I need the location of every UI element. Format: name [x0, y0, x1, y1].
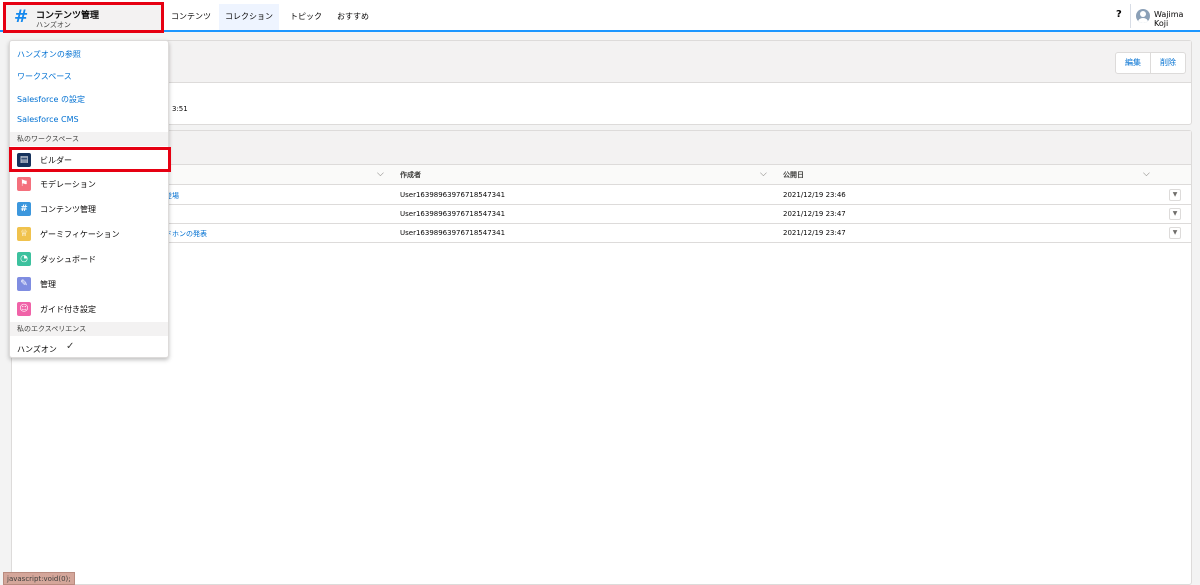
- content-list-panel: ⌵ 作成者 ⌵ 公開日 ⌵ ン登場 User163989639767185473…: [11, 130, 1192, 585]
- menu-item-gamification[interactable]: ♕ ゲーミフィケーション: [10, 222, 168, 247]
- chevron-down-icon[interactable]: ⌵: [377, 169, 384, 179]
- hash-icon: #: [17, 202, 31, 216]
- row-date: 2021/12/19 23:47: [783, 229, 846, 237]
- status-bar-url: javascript:void(0);: [3, 572, 75, 585]
- list-header: [12, 131, 1191, 165]
- row-action-menu[interactable]: ▼: [1169, 189, 1181, 201]
- trophy-icon: ♕: [17, 227, 31, 241]
- row-date: 2021/12/19 23:46: [783, 191, 846, 199]
- avatar[interactable]: [1136, 9, 1150, 23]
- row-date: 2021/12/19 23:47: [783, 210, 846, 218]
- section-my-workspaces: 私のワークスペース: [10, 132, 168, 146]
- menu-link-salesforce-cms[interactable]: Salesforce CMS: [17, 115, 79, 124]
- menu-item-label: ガイド付き設定: [40, 305, 96, 314]
- app-switcher-menu: ハンズオンの参照 ワークスペース Salesforce の設定 Salesfor…: [9, 40, 171, 358]
- menu-item-builder[interactable]: ▤ ビルダー: [9, 147, 171, 172]
- table-row: User16398963976718547341 2021/12/19 23:4…: [12, 205, 1191, 224]
- record-actions: 編集 削除: [1115, 52, 1186, 74]
- global-header: # コンテンツ管理 ハンズオン コンテンツ コレクション トピック おすすめ ?…: [0, 0, 1200, 33]
- checkmark-icon: ✓: [66, 341, 75, 352]
- menu-item-administration[interactable]: ✎ 管理: [10, 272, 168, 297]
- edit-button[interactable]: 編集: [1116, 53, 1150, 73]
- record-time: 3:51: [172, 105, 188, 113]
- person-icon: ☺: [17, 302, 31, 316]
- table-row: ン登場 User16398963976718547341 2021/12/19 …: [12, 186, 1191, 205]
- menu-item-label: 管理: [40, 280, 56, 289]
- menu-link-workspaces[interactable]: ワークスペース: [17, 71, 72, 82]
- menu-link-salesforce-setup[interactable]: Salesforce の設定: [17, 94, 85, 105]
- row-author: User16398963976718547341: [400, 210, 506, 218]
- row-author: User16398963976718547341: [400, 229, 506, 237]
- user-name[interactable]: Wajima Koji: [1154, 10, 1200, 28]
- row-action-menu[interactable]: ▼: [1169, 227, 1181, 239]
- tab-recommended[interactable]: おすすめ: [331, 4, 375, 30]
- menu-item-content-management[interactable]: # コンテンツ管理: [10, 197, 168, 222]
- record-panel: 編集 削除 3:51: [11, 40, 1192, 125]
- menu-item-dashboard[interactable]: ◔ ダッシュボード: [10, 247, 168, 272]
- menu-item-label: ダッシュボード: [40, 255, 96, 264]
- tab-contents[interactable]: コンテンツ: [165, 4, 217, 30]
- help-button[interactable]: ?: [1116, 9, 1122, 20]
- column-published[interactable]: 公開日: [783, 170, 804, 180]
- row-action-menu[interactable]: ▼: [1169, 208, 1181, 220]
- gauge-icon: ◔: [17, 252, 31, 266]
- menu-item-label: コンテンツ管理: [40, 205, 96, 214]
- column-author[interactable]: 作成者: [400, 170, 421, 180]
- table-row: ッドホンの発表 User16398963976718547341 2021/12…: [12, 224, 1191, 243]
- flag-icon: ⚑: [17, 177, 31, 191]
- tab-topics[interactable]: トピック: [284, 4, 328, 30]
- menu-item-label: ゲーミフィケーション: [40, 230, 120, 239]
- menu-item-guided-setup[interactable]: ☺ ガイド付き設定: [10, 297, 168, 322]
- builder-icon: ▤: [17, 153, 31, 167]
- menu-item-moderation[interactable]: ⚑ モデレーション: [10, 172, 168, 197]
- record-header: 編集 削除: [12, 41, 1191, 83]
- menu-item-label: モデレーション: [40, 180, 96, 189]
- app-switcher-button[interactable]: # コンテンツ管理 ハンズオン: [3, 2, 164, 33]
- table-header: ⌵ 作成者 ⌵ 公開日 ⌵: [12, 165, 1191, 185]
- menu-item-experience[interactable]: ハンズオン: [17, 344, 57, 355]
- row-author: User16398963976718547341: [400, 191, 506, 199]
- section-my-experiences: 私のエクスペリエンス: [10, 322, 168, 336]
- tab-collections[interactable]: コレクション: [219, 4, 279, 30]
- menu-item-label: ビルダー: [40, 156, 72, 165]
- chevron-down-icon[interactable]: ⌵: [760, 169, 767, 179]
- menu-link-view-site[interactable]: ハンズオンの参照: [17, 49, 81, 60]
- hash-icon: #: [14, 7, 29, 27]
- wrench-icon: ✎: [17, 277, 31, 291]
- chevron-down-icon[interactable]: ⌵: [1143, 169, 1150, 179]
- app-subtitle: ハンズオン: [36, 21, 71, 29]
- header-divider: [1130, 4, 1131, 28]
- delete-button[interactable]: 削除: [1150, 53, 1185, 73]
